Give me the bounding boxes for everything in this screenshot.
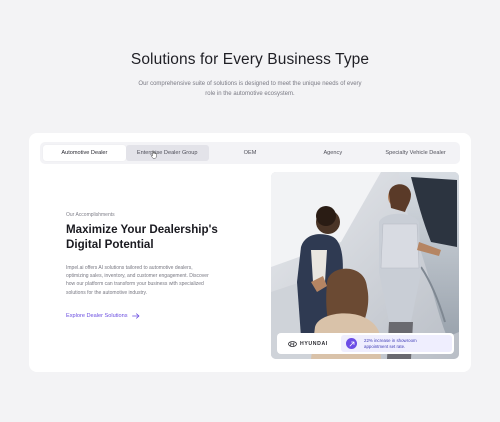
content-title: Maximize Your Dealership's Digital Poten… <box>66 223 218 251</box>
section-subtitle: Our comprehensive suite of solutions is … <box>138 81 362 97</box>
tab-oem[interactable]: OEM <box>209 145 292 161</box>
tab-enterprise-dealer-group[interactable]: Enterprise Dealer Group <box>125 145 209 161</box>
brand-name: HYUNDAI <box>300 340 328 347</box>
explore-dealer-solutions-link[interactable]: Explore Dealer Solutions <box>66 313 140 319</box>
tab-agency[interactable]: Agency <box>291 145 374 161</box>
brand-logo: HYUNDAI <box>277 341 341 347</box>
section-title: Solutions for Every Business Type <box>130 51 370 68</box>
tab-automotive-dealer[interactable]: Automotive Dealer <box>43 145 126 161</box>
dealership-scene-illustration <box>271 172 459 359</box>
link-label: Explore Dealer Solutions <box>66 313 128 319</box>
solutions-card: Automotive Dealer Enterprise Dealer Grou… <box>29 133 471 372</box>
trend-up-icon <box>346 338 357 349</box>
stat-highlight: 22% increase in showroom appointment set… <box>341 335 452 352</box>
testimonial-overlay: HYUNDAI 22% increase in showroom appoint… <box>277 333 454 354</box>
dealership-photo: HYUNDAI 22% increase in showroom appoint… <box>271 172 459 359</box>
business-type-tabs: Automotive Dealer Enterprise Dealer Grou… <box>40 142 460 164</box>
content-description: Impel.ai offers AI solutions tailored to… <box>66 265 209 296</box>
mouse-cursor-icon <box>151 150 157 159</box>
arrow-right-icon <box>131 313 139 319</box>
hyundai-logo-icon <box>288 340 297 347</box>
tab-specialty-vehicle-dealer[interactable]: Specialty Vehicle Dealer <box>374 145 457 161</box>
accomplishments-kicker: Our Accomplishments <box>66 212 115 218</box>
stat-text: 22% increase in showroom appointment set… <box>364 337 417 349</box>
